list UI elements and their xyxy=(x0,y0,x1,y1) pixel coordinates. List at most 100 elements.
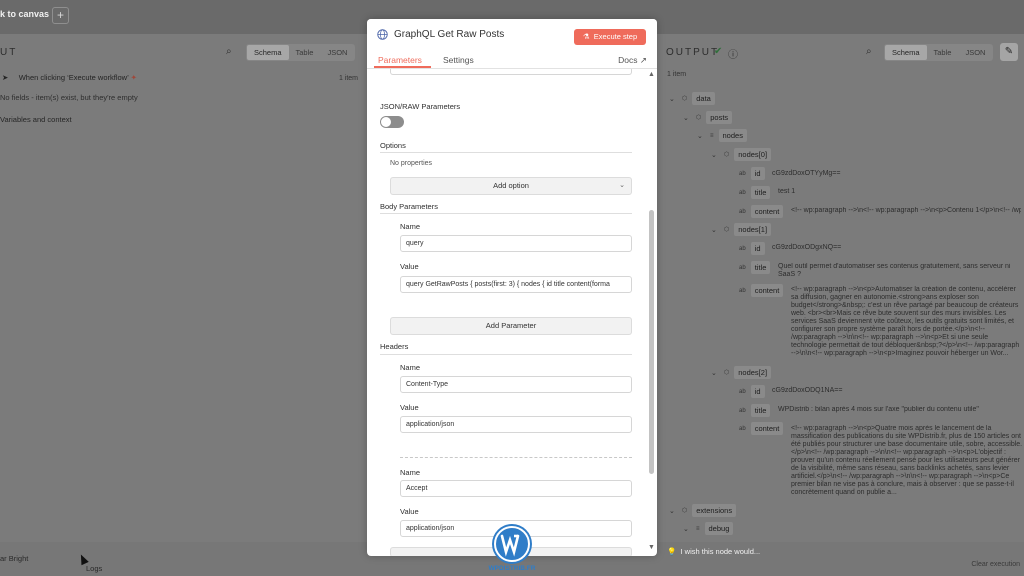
tree-node-extensions[interactable]: ⌄ ⬡ extensions xyxy=(669,504,737,517)
logs-toggle[interactable]: Logs xyxy=(86,564,102,573)
scroll-down-icon[interactable]: ▼ xyxy=(648,544,655,551)
divider xyxy=(380,213,632,214)
scrollbar-thumb[interactable] xyxy=(649,210,654,474)
tree-field-title[interactable]: ab title xyxy=(739,186,771,199)
search-icon[interactable]: ⌕ xyxy=(226,46,232,57)
output-item-count: 1 item xyxy=(667,71,687,78)
trigger-node-row[interactable]: ➤ When clicking ‘Execute workflow’ ✦ xyxy=(2,73,137,82)
tree-node-debug[interactable]: ⌄ ≡ debug xyxy=(683,522,734,535)
tree-node-nodes-2[interactable]: ⌄ ⬡ nodes[2] xyxy=(711,366,772,379)
add-option-dropdown[interactable]: Add option ⌄ xyxy=(390,177,632,195)
output-tab-json[interactable]: JSON xyxy=(958,45,992,60)
watermark-text: WPDISTRIB.FR xyxy=(489,565,536,572)
execute-step-label: Execute step xyxy=(593,32,638,41)
input-tab-schema[interactable]: Schema xyxy=(247,45,289,60)
pencil-icon[interactable]: ✎ xyxy=(1000,43,1018,61)
execute-step-button[interactable]: ⚗ Execute step xyxy=(574,29,646,45)
tree-key: title xyxy=(750,186,771,199)
tree-value: cG9zdDoxODQ1NA== xyxy=(772,387,843,394)
previous-field-bottom xyxy=(390,69,632,75)
tree-field-title[interactable]: ab title xyxy=(739,404,771,417)
chevron-down-icon: ⌄ xyxy=(711,151,717,159)
body-value-label: Value xyxy=(400,262,419,271)
output-tab-table[interactable]: Table xyxy=(927,45,959,60)
tree-node-nodes[interactable]: ⌄ ≡ nodes xyxy=(697,129,747,142)
tree-field-id[interactable]: ab id xyxy=(739,242,765,255)
body-name-label: Name xyxy=(400,222,421,231)
array-type-icon: ≡ xyxy=(710,132,714,139)
tree-value: cG9zdDoxODgxNQ== xyxy=(772,244,842,251)
tree-value: <!-- wp:paragraph -->\n<p>Automatiser la… xyxy=(791,286,1020,357)
header-value-input[interactable]: application/json xyxy=(400,416,632,433)
sparkle-icon: ✦ xyxy=(130,73,137,82)
tree-key: id xyxy=(750,167,765,180)
string-type-icon: ab xyxy=(739,245,746,252)
tree-value: <!-- wp:paragraph -->\n<p>Quatre mois ap… xyxy=(791,425,1023,496)
tree-key: title xyxy=(750,404,771,417)
input-item-count: 1 item xyxy=(338,75,358,82)
tree-node-data[interactable]: ⌄ ⬡ data xyxy=(669,92,715,105)
back-to-canvas-link[interactable]: k to canvas xyxy=(0,9,49,19)
input-panel-title: UT xyxy=(0,47,18,58)
body-name-input[interactable]: query xyxy=(400,235,632,252)
add-parameter-button[interactable]: Add Parameter xyxy=(390,317,632,335)
tree-field-content[interactable]: ab content xyxy=(739,284,784,297)
tree-node-nodes-0[interactable]: ⌄ ⬡ nodes[0] xyxy=(711,148,772,161)
tree-key: title xyxy=(750,261,771,274)
output-tab-schema[interactable]: Schema xyxy=(885,45,927,60)
tree-node-posts[interactable]: ⌄ ⬡ posts xyxy=(683,111,733,124)
header-separator xyxy=(400,457,632,458)
tree-key: posts xyxy=(706,111,733,124)
string-type-icon: ab xyxy=(739,388,746,395)
feedback-label: I wish this node would... xyxy=(680,547,761,556)
input-tab-table[interactable]: Table xyxy=(289,45,321,60)
header-name-label: Name xyxy=(400,363,421,372)
header-name-input[interactable]: Content-Type xyxy=(400,376,632,393)
info-icon[interactable]: ⓘ xyxy=(728,46,738,61)
tab-settings[interactable]: Settings xyxy=(443,55,474,65)
parameters-body: ▲ ▼ JSON/RAW Parameters Options No prope… xyxy=(367,69,657,556)
tree-value: <!-- wp:paragraph -->\n<!-- wp:paragraph… xyxy=(791,207,1021,214)
tree-node-nodes-1[interactable]: ⌄ ⬡ nodes[1] xyxy=(711,223,772,236)
tree-field-title[interactable]: ab title xyxy=(739,261,771,274)
input-tab-json[interactable]: JSON xyxy=(320,45,354,60)
no-fields-message: No fields - item(s) exist, but they're e… xyxy=(0,93,138,102)
clear-execution-button[interactable]: Clear execution xyxy=(971,561,1020,568)
node-feedback-link[interactable]: 💡 I wish this node would... xyxy=(667,547,760,556)
tree-field-content[interactable]: ab content xyxy=(739,422,784,435)
output-panel: OUTPUT ✔ ⓘ ⌕ Schema Table JSON ✎ 1 item … xyxy=(657,34,1024,542)
json-raw-toggle[interactable] xyxy=(380,116,404,128)
scroll-up-icon[interactable]: ▲ xyxy=(648,71,655,78)
tree-value: WPDistrib : bilan après 4 mois sur l'axe… xyxy=(778,406,979,413)
bottom-left-label: ar Bright xyxy=(0,554,29,563)
object-type-icon: ⬡ xyxy=(682,96,688,102)
object-type-icon: ⬡ xyxy=(724,152,730,158)
chevron-down-icon: ⌄ xyxy=(669,95,675,103)
node-title[interactable]: GraphQL Get Raw Posts xyxy=(394,29,504,40)
tree-field-content[interactable]: ab content xyxy=(739,205,784,218)
docs-link[interactable]: Docs ↗ xyxy=(618,55,647,66)
json-raw-label: JSON/RAW Parameters xyxy=(380,102,461,111)
string-type-icon: ab xyxy=(739,264,746,271)
body-value-input[interactable]: query GetRawPosts { posts(first: 3) { no… xyxy=(400,276,632,293)
tab-parameters[interactable]: Parameters xyxy=(378,55,422,65)
trigger-node-label: When clicking ‘Execute workflow’ xyxy=(18,73,129,82)
tree-key: nodes xyxy=(718,129,747,142)
chevron-down-icon: ⌄ xyxy=(683,114,689,122)
object-type-icon: ⬡ xyxy=(696,115,702,121)
tree-value: Quel outil permet d'automatiser ses cont… xyxy=(778,263,1011,278)
add-tab-button[interactable]: + xyxy=(52,7,69,24)
tree-key: content xyxy=(750,205,784,218)
search-icon[interactable]: ⌕ xyxy=(866,46,872,57)
header-name-input[interactable]: Accept xyxy=(400,480,632,497)
lightbulb-icon: 💡 xyxy=(667,547,677,556)
tree-field-id[interactable]: ab id xyxy=(739,385,765,398)
tree-value: test 1 xyxy=(778,188,796,195)
flask-icon: ⚗ xyxy=(582,32,590,41)
variables-context-label[interactable]: Variables and context xyxy=(0,115,72,124)
string-type-icon: ab xyxy=(739,425,746,432)
tree-field-id[interactable]: ab id xyxy=(739,167,765,180)
globe-icon xyxy=(377,29,388,40)
object-type-icon: ⬡ xyxy=(682,508,688,514)
header-value-label: Value xyxy=(400,403,419,412)
